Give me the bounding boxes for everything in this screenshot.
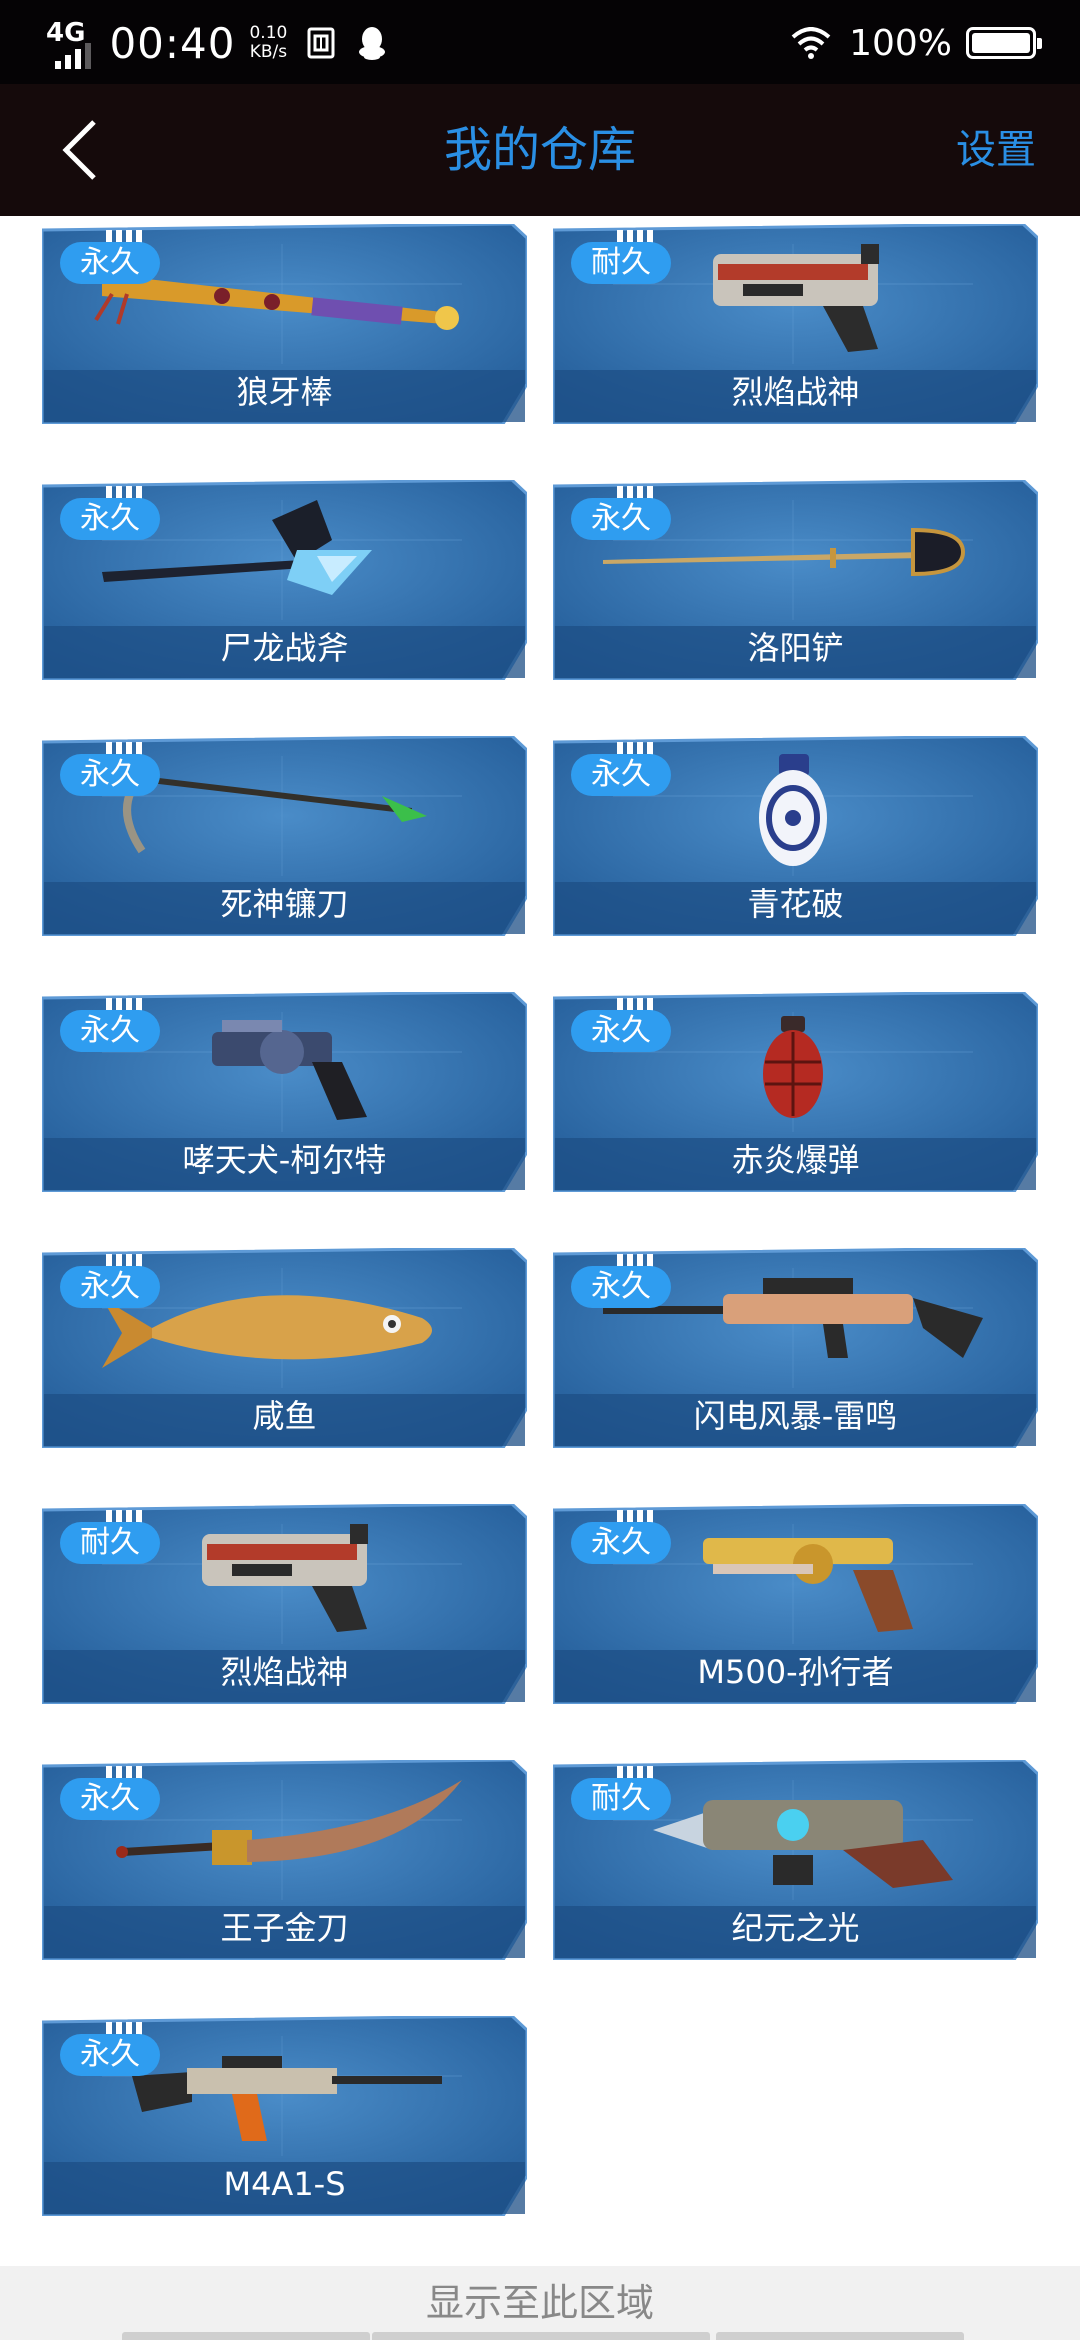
weapon-name: 闪电风暴-雷鸣	[693, 1397, 898, 1435]
weapon-card[interactable]: 永久 M4A1-S	[42, 2016, 527, 2216]
clock: 00:40	[109, 18, 236, 68]
weapon-card[interactable]: 耐久 烈焰战神	[42, 1504, 527, 1704]
duration-badge: 永久	[571, 1522, 671, 1564]
weapon-card[interactable]: 耐久 烈焰战神	[553, 224, 1038, 424]
app-header: 我的仓库 设置	[0, 84, 1080, 216]
weapon-name: 咸鱼	[252, 1397, 317, 1435]
weapon-card[interactable]: 永久 哮天犬-柯尔特	[42, 992, 527, 1192]
weapon-name: 洛阳铲	[747, 629, 844, 667]
duration-badge: 永久	[60, 1010, 160, 1052]
duration-badge: 永久	[571, 498, 671, 540]
sim-icon	[307, 27, 337, 59]
weapon-name: 王子金刀	[220, 1909, 349, 1947]
qq-icon	[357, 26, 387, 60]
weapon-name: M500-孙行者	[697, 1653, 894, 1691]
weapon-card[interactable]: 永久 咸鱼	[42, 1248, 527, 1448]
tab-indicator	[716, 2332, 964, 2340]
weapon-card[interactable]: 永久 M500-孙行者	[553, 1504, 1038, 1704]
weapon-name: 尸龙战斧	[220, 629, 349, 667]
weapon-name: 狼牙棒	[236, 373, 333, 411]
weapon-card[interactable]: 耐久 纪元之光	[553, 1760, 1038, 1960]
weapon-card[interactable]: 永久 死神镰刀	[42, 736, 527, 936]
weapon-name: 烈焰战神	[220, 1653, 349, 1691]
battery-percent: 100%	[849, 22, 952, 64]
duration-badge: 永久	[571, 1266, 671, 1308]
duration-badge: 耐久	[571, 242, 671, 284]
speed-unit: KB/s	[249, 42, 288, 62]
duration-badge: 永久	[60, 754, 160, 796]
weapon-card[interactable]: 永久 王子金刀	[42, 1760, 527, 1960]
weapon-card[interactable]: 永久 狼牙棒	[42, 224, 527, 424]
status-right: 100%	[791, 18, 1042, 68]
duration-badge: 永久	[60, 2034, 160, 2076]
status-bar: 4G 00:40 0.10 KB/s 100%	[0, 0, 1080, 84]
settings-button[interactable]: 设置	[956, 84, 1036, 216]
duration-badge: 永久	[60, 242, 160, 284]
duration-badge: 永久	[60, 1266, 160, 1308]
weapon-card[interactable]: 永久 赤炎爆弹	[553, 992, 1038, 1192]
page-title: 我的仓库	[443, 122, 636, 178]
speed-value: 0.10	[249, 23, 288, 43]
weapon-card[interactable]: 永久 洛阳铲	[553, 480, 1038, 680]
tab-indicator	[372, 2332, 710, 2340]
duration-badge: 永久	[571, 754, 671, 796]
weapon-card[interactable]: 永久 青花破	[553, 736, 1038, 936]
duration-badge: 永久	[60, 498, 160, 540]
bottom-bar: 显示至此区域	[0, 2266, 1080, 2340]
status-left: 4G 00:40 0.10 KB/s	[46, 18, 387, 69]
weapon-name: M4A1-S	[223, 2165, 346, 2203]
weapon-name: 纪元之光	[731, 1909, 860, 1947]
weapon-card[interactable]: 永久 闪电风暴-雷鸣	[553, 1248, 1038, 1448]
network-speed: 0.10 KB/s	[249, 24, 287, 62]
weapon-name: 死神镰刀	[220, 885, 349, 923]
weapon-name: 烈焰战神	[731, 373, 860, 411]
weapon-card[interactable]: 永久 尸龙战斧	[42, 480, 527, 680]
battery-icon	[966, 27, 1042, 59]
weapon-grid: 永久 狼牙棒 耐久 烈焰战神 永久 尸龙战斧 永久 洛阳铲 永久 死神镰刀 永久…	[0, 216, 1080, 2266]
weapon-name: 赤炎爆弹	[731, 1141, 860, 1179]
weapon-name: 哮天犬-柯尔特	[182, 1141, 387, 1179]
duration-badge: 耐久	[571, 1778, 671, 1820]
tab-indicator	[122, 2332, 370, 2340]
duration-badge: 永久	[571, 1010, 671, 1052]
duration-badge: 耐久	[60, 1522, 160, 1564]
display-area-label: 显示至此区域	[425, 2281, 654, 2325]
wifi-icon	[791, 27, 831, 59]
duration-badge: 永久	[60, 1778, 160, 1820]
network-type: 4G	[46, 18, 86, 48]
weapon-name: 青花破	[747, 885, 844, 923]
